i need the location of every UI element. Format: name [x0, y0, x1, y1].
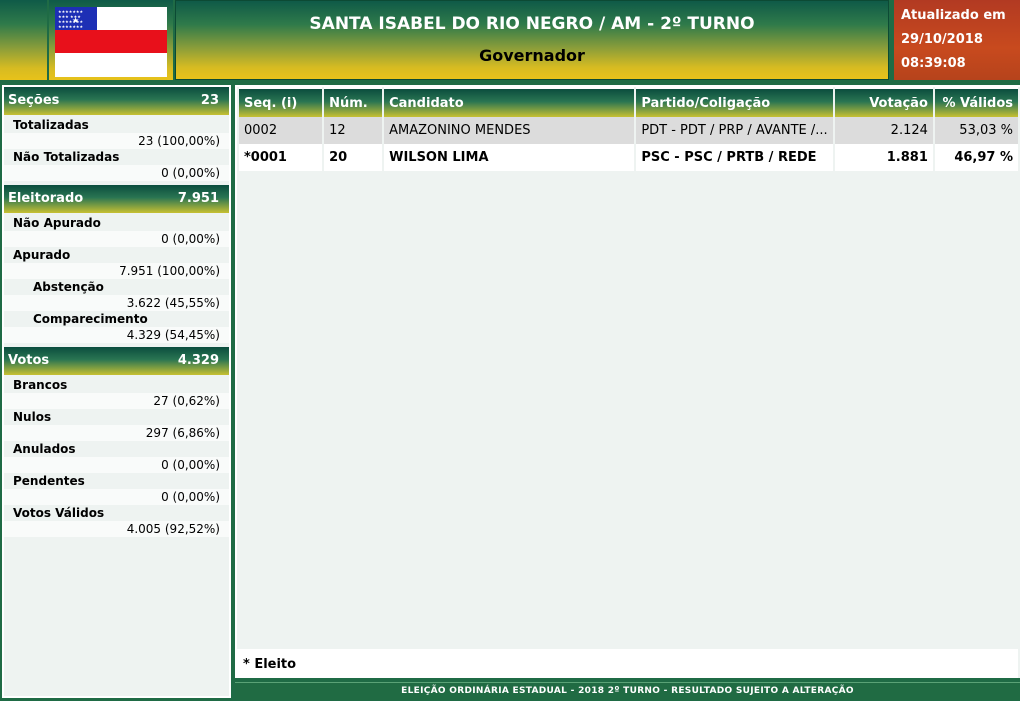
results-table: Seq. (i) Núm. Candidato Partido/Coligaçã…: [237, 87, 1020, 171]
votos-validos-value: 4.005 (92,52%): [4, 521, 229, 537]
eleitorado-header: Eleitorado 7.951: [4, 185, 229, 213]
svg-text:★★★★★★★: ★★★★★★★: [58, 24, 84, 29]
cell-votacao: 1.881: [834, 144, 933, 171]
comparecimento-value: 4.329 (54,45%): [4, 327, 229, 343]
amazonas-flag-icon: ★★★★★★★ ★★★ ★★★ ★★★★★★★ ★★★★★★★ ★: [55, 7, 167, 77]
footer-notice: ELEIÇÃO ORDINÁRIA ESTADUAL - 2018 2º TUR…: [235, 682, 1020, 700]
comparecimento-label: Comparecimento: [33, 312, 148, 326]
cell-validos: 46,97 %: [934, 144, 1018, 171]
cell-seq: 0002: [239, 117, 323, 144]
table-header-row: Seq. (i) Núm. Candidato Partido/Coligaçã…: [239, 87, 1018, 117]
nao-totalizadas-label: Não Totalizadas: [13, 150, 120, 164]
column-header-partido[interactable]: Partido/Coligação: [636, 87, 833, 117]
cell-candidato: AMAZONINO MENDES: [384, 117, 635, 144]
nulos-value: 297 (6,86%): [4, 425, 229, 441]
column-header-candidato[interactable]: Candidato: [384, 87, 635, 117]
column-header-votacao[interactable]: Votação: [834, 87, 933, 117]
nulos-label: Nulos: [13, 410, 52, 424]
update-timestamp-panel: Atualizado em 29/10/2018 08:39:08: [894, 0, 1020, 80]
cell-partido: PSC - PSC / PRTB / REDE: [636, 144, 833, 171]
page-subtitle: Governador: [479, 46, 585, 65]
header-title-panel: SANTA ISABEL DO RIO NEGRO / AM - 2º TURN…: [175, 0, 889, 80]
table-row: 0002 12 AMAZONINO MENDES PDT - PDT / PRP…: [239, 117, 1018, 144]
totalizadas-label: Totalizadas: [13, 118, 89, 132]
secoes-label: Seções: [8, 93, 60, 108]
secoes-total: 23: [200, 93, 219, 108]
cell-partido: PDT - PDT / PRP / AVANTE /...: [636, 117, 833, 144]
eleitorado-total: 7.951: [177, 191, 219, 206]
brancos-value: 27 (0,62%): [4, 393, 229, 409]
cell-seq: *0001: [239, 144, 323, 171]
column-header-validos[interactable]: % Válidos: [934, 87, 1018, 117]
nao-apurado-label: Não Apurado: [13, 216, 101, 230]
votos-label: Votos: [8, 353, 50, 368]
svg-text:★: ★: [72, 16, 79, 25]
summary-sidebar: Seções 23 Totalizadas 23 (100,00%) Não T…: [2, 85, 231, 698]
cell-votacao: 2.124: [834, 117, 933, 144]
update-time: 08:39:08: [901, 56, 966, 71]
pendentes-value: 0 (0,00%): [4, 489, 229, 505]
apurado-label: Apurado: [13, 248, 71, 262]
eleitorado-label: Eleitorado: [8, 191, 84, 206]
page-title: SANTA ISABEL DO RIO NEGRO / AM - 2º TURN…: [309, 14, 755, 34]
cell-num: 12: [324, 117, 383, 144]
votos-header: Votos 4.329: [4, 347, 229, 375]
elected-legend: * Eleito: [237, 649, 1018, 678]
results-panel: Seq. (i) Núm. Candidato Partido/Coligaçã…: [235, 85, 1020, 678]
votos-validos-label: Votos Válidos: [13, 506, 105, 520]
flag-panel: ★★★★★★★ ★★★ ★★★ ★★★★★★★ ★★★★★★★ ★: [49, 0, 173, 80]
column-header-seq[interactable]: Seq. (i): [239, 87, 323, 117]
header-left-panel: [0, 0, 49, 80]
cell-candidato: WILSON LIMA: [384, 144, 635, 171]
totalizadas-value: 23 (100,00%): [4, 133, 229, 149]
nao-apurado-value: 0 (0,00%): [4, 231, 229, 247]
anulados-label: Anulados: [13, 442, 76, 456]
abstencao-label: Abstenção: [33, 280, 104, 294]
column-header-num[interactable]: Núm.: [324, 87, 383, 117]
update-label: Atualizado em: [901, 8, 1006, 23]
anulados-value: 0 (0,00%): [4, 457, 229, 473]
cell-num: 20: [324, 144, 383, 171]
secoes-header: Seções 23: [4, 87, 229, 115]
brancos-label: Brancos: [13, 378, 68, 392]
abstencao-value: 3.622 (45,55%): [4, 295, 229, 311]
apurado-value: 7.951 (100,00%): [4, 263, 229, 279]
nao-totalizadas-value: 0 (0,00%): [4, 165, 229, 181]
pendentes-label: Pendentes: [13, 474, 85, 488]
table-row: *0001 20 WILSON LIMA PSC - PSC / PRTB / …: [239, 144, 1018, 171]
cell-validos: 53,03 %: [934, 117, 1018, 144]
votos-total: 4.329: [177, 353, 219, 368]
update-date: 29/10/2018: [901, 32, 983, 47]
